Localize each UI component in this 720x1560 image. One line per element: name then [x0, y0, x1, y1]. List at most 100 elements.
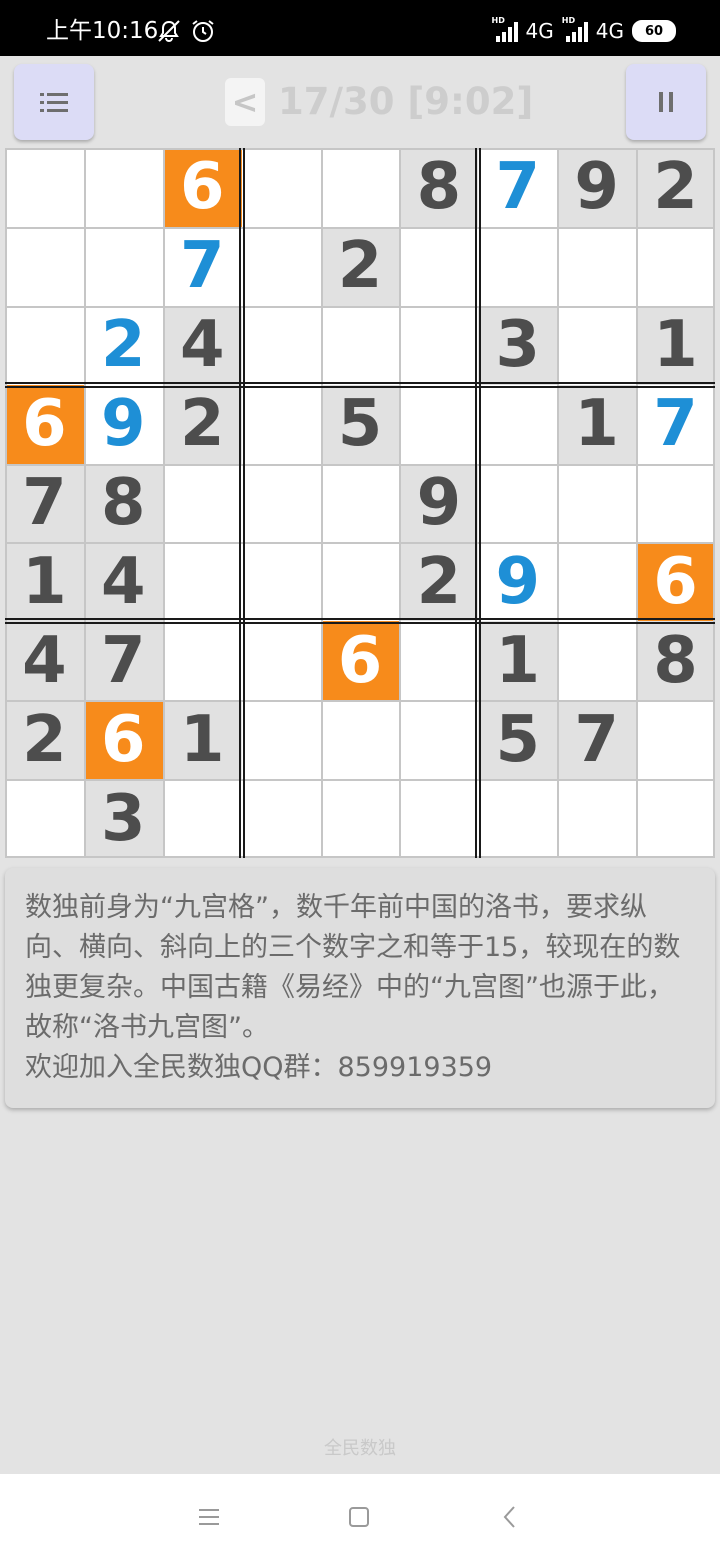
sudoku-cell-r8c3[interactable]: 1: [162, 700, 242, 780]
sudoku-cell-r4c9[interactable]: 7: [636, 384, 715, 464]
sudoku-cell-r6c1[interactable]: 1: [5, 542, 84, 622]
sudoku-cell-r5c3[interactable]: [162, 463, 242, 543]
sudoku-cell-r6c2[interactable]: 4: [83, 542, 163, 622]
sudoku-cell-r6c8[interactable]: [557, 542, 637, 622]
sudoku-cell-r3c4[interactable]: [241, 305, 321, 385]
sudoku-cell-r2c3[interactable]: 7: [162, 226, 242, 306]
sudoku-cell-r6c6[interactable]: 2: [399, 542, 479, 622]
sudoku-cell-r7c5[interactable]: 6: [320, 621, 400, 701]
sudoku-cell-r5c4[interactable]: [241, 463, 321, 543]
sudoku-cell-r7c3[interactable]: [162, 621, 242, 701]
sudoku-cell-r3c5[interactable]: [320, 305, 400, 385]
previous-puzzle-button[interactable]: <: [225, 78, 265, 126]
puzzle-progress-timer: 17/30 [9:02]: [278, 80, 534, 123]
sudoku-cell-r8c5[interactable]: [320, 700, 400, 780]
sudoku-cell-r7c1[interactable]: 4: [5, 621, 84, 701]
sudoku-cell-r9c5[interactable]: [320, 779, 400, 858]
sudoku-cell-r4c3[interactable]: 2: [162, 384, 242, 464]
sudoku-cell-r2c2[interactable]: [83, 226, 163, 306]
sudoku-cell-r8c8[interactable]: 7: [557, 700, 637, 780]
sudoku-cell-r7c7[interactable]: 1: [478, 621, 558, 701]
sudoku-cell-r6c4[interactable]: [241, 542, 321, 622]
sudoku-cell-r5c1[interactable]: 7: [5, 463, 84, 543]
back-icon[interactable]: [495, 1502, 525, 1532]
footer-app-name: 全民数独: [324, 1438, 396, 1459]
sudoku-cell-r3c6[interactable]: [399, 305, 479, 385]
sudoku-cell-r3c2[interactable]: 2: [83, 305, 163, 385]
sudoku-cell-r1c1[interactable]: [5, 148, 84, 227]
sudoku-cell-r7c4[interactable]: [241, 621, 321, 701]
pause-button[interactable]: [626, 64, 706, 140]
sudoku-cell-r5c7[interactable]: [478, 463, 558, 543]
status-bar: 上午10:16 HD 4G HD 4G 60: [0, 0, 720, 56]
sudoku-cell-r4c7[interactable]: [478, 384, 558, 464]
sudoku-cell-r3c9[interactable]: 1: [636, 305, 715, 385]
sudoku-cell-r2c4[interactable]: [241, 226, 321, 306]
sudoku-cell-r3c3[interactable]: 4: [162, 305, 242, 385]
sudoku-cell-r3c8[interactable]: [557, 305, 637, 385]
sudoku-cell-r2c8[interactable]: [557, 226, 637, 306]
sudoku-cell-r3c1[interactable]: [5, 305, 84, 385]
home-icon[interactable]: [344, 1502, 374, 1532]
sudoku-cell-r5c2[interactable]: 8: [83, 463, 163, 543]
sudoku-cell-r6c7[interactable]: 9: [478, 542, 558, 622]
sudoku-cell-r3c7[interactable]: 3: [478, 305, 558, 385]
grid-line: [83, 148, 86, 858]
sudoku-cell-r9c3[interactable]: [162, 779, 242, 858]
sudoku-cell-r7c8[interactable]: [557, 621, 637, 701]
grid-line: [5, 700, 715, 703]
sudoku-cell-r8c9[interactable]: [636, 700, 715, 780]
sudoku-cell-r9c1[interactable]: [5, 779, 84, 858]
sudoku-cell-r1c6[interactable]: 8: [399, 148, 479, 227]
sudoku-cell-r1c8[interactable]: 9: [557, 148, 637, 227]
grid-line: [5, 779, 715, 782]
recents-icon[interactable]: [194, 1502, 224, 1532]
sudoku-cell-r8c4[interactable]: [241, 700, 321, 780]
sudoku-cell-r5c9[interactable]: [636, 463, 715, 543]
sudoku-cell-r6c5[interactable]: [320, 542, 400, 622]
sudoku-cell-r9c2[interactable]: 3: [83, 779, 163, 858]
sudoku-cell-r7c2[interactable]: 7: [83, 621, 163, 701]
sudoku-cell-r1c9[interactable]: 2: [636, 148, 715, 227]
sudoku-cell-r1c4[interactable]: [241, 148, 321, 227]
sudoku-cell-r1c3[interactable]: 6: [162, 148, 242, 227]
sudoku-cell-r6c9[interactable]: 6: [636, 542, 715, 622]
battery-level: 60: [644, 23, 664, 39]
sudoku-cell-r9c4[interactable]: [241, 779, 321, 858]
sudoku-cell-r2c5[interactable]: 2: [320, 226, 400, 306]
sudoku-cell-r5c5[interactable]: [320, 463, 400, 543]
sudoku-cell-r4c6[interactable]: [399, 384, 479, 464]
sudoku-cell-r8c6[interactable]: [399, 700, 479, 780]
sudoku-cell-r8c2[interactable]: 6: [83, 700, 163, 780]
sudoku-cell-r5c8[interactable]: [557, 463, 637, 543]
sudoku-cell-r4c4[interactable]: [241, 384, 321, 464]
mute-icon: [158, 20, 180, 43]
sudoku-cell-r9c8[interactable]: [557, 779, 637, 858]
sudoku-cell-r2c7[interactable]: [478, 226, 558, 306]
sudoku-cell-r5c6[interactable]: 9: [399, 463, 479, 543]
sudoku-cell-r6c3[interactable]: [162, 542, 242, 622]
sudoku-cell-r4c8[interactable]: 1: [557, 384, 637, 464]
sudoku-cell-r7c9[interactable]: 8: [636, 621, 715, 701]
sudoku-cell-r4c5[interactable]: 5: [320, 384, 400, 464]
sudoku-cell-r1c5[interactable]: [320, 148, 400, 227]
grid-line: [713, 148, 715, 858]
block-divider: [5, 385, 715, 388]
sudoku-cell-r9c7[interactable]: [478, 779, 558, 858]
sudoku-cell-r1c7[interactable]: 7: [478, 148, 558, 227]
sudoku-cell-r9c9[interactable]: [636, 779, 715, 858]
sudoku-cell-r9c6[interactable]: [399, 779, 479, 858]
sudoku-cell-r2c1[interactable]: [5, 226, 84, 306]
sudoku-cell-r8c7[interactable]: 5: [478, 700, 558, 780]
block-divider: [475, 148, 478, 858]
sudoku-cell-r4c2[interactable]: 9: [83, 384, 163, 464]
sudoku-cell-r1c2[interactable]: [83, 148, 163, 227]
sudoku-cell-r4c1[interactable]: 6: [5, 384, 84, 464]
sudoku-cell-r2c9[interactable]: [636, 226, 715, 306]
sudoku-cell-r8c1[interactable]: 2: [5, 700, 84, 780]
menu-button[interactable]: [14, 64, 94, 140]
sudoku-cell-r7c6[interactable]: [399, 621, 479, 701]
block-divider: [5, 618, 715, 621]
sudoku-cell-r2c6[interactable]: [399, 226, 479, 306]
battery-icon: 60: [632, 20, 676, 42]
